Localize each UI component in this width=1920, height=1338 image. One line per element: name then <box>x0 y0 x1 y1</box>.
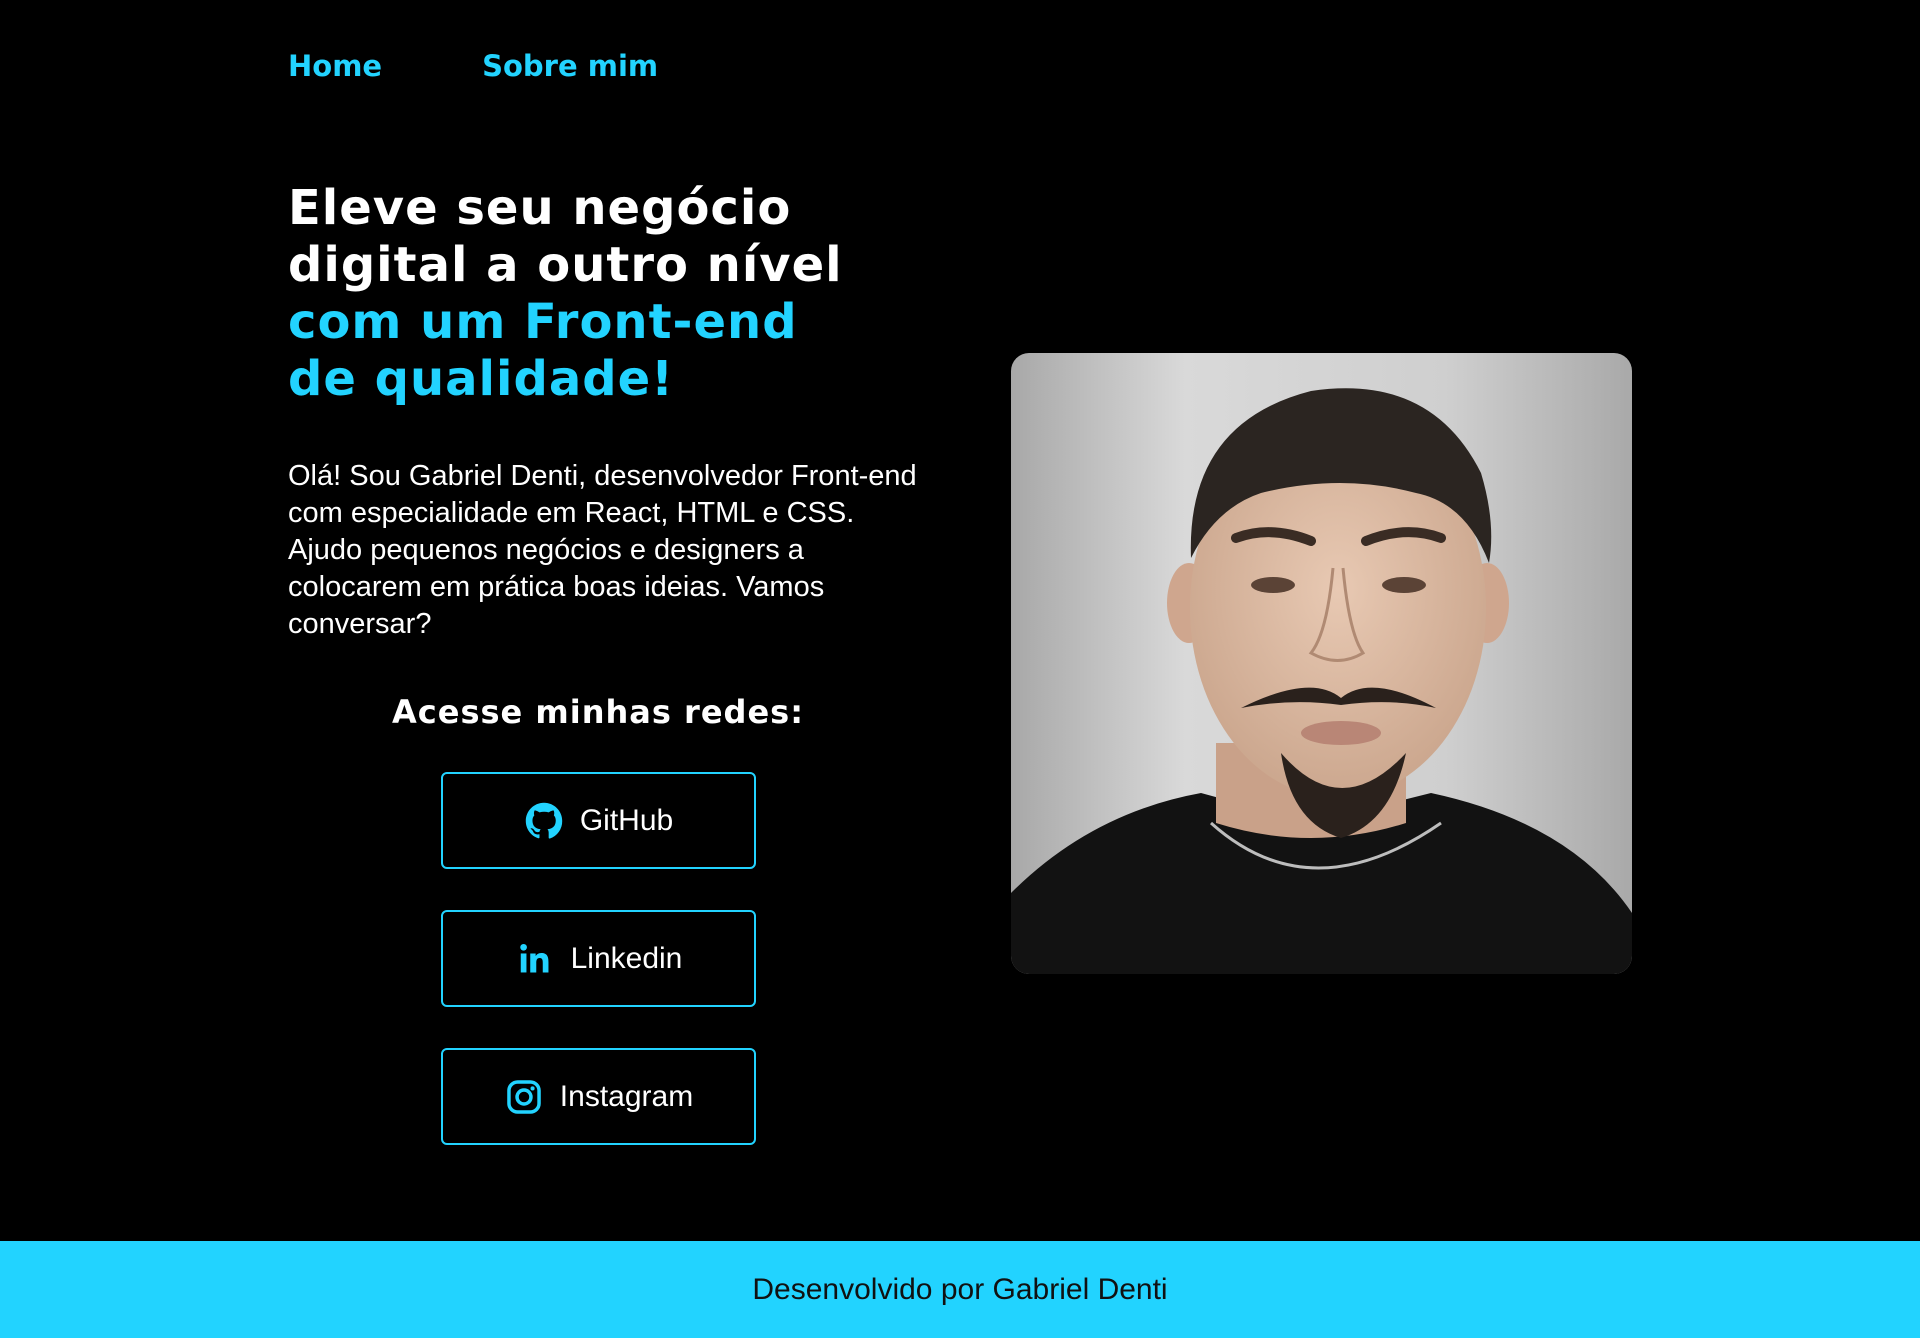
instagram-label: Instagram <box>559 1079 694 1113</box>
linkedin-icon <box>515 939 555 979</box>
nav-home-link[interactable]: Home <box>288 45 382 87</box>
headline-line-2: digital a outro nível <box>288 237 843 293</box>
instagram-button[interactable]: Instagram <box>441 1048 756 1145</box>
headline-line-1: Eleve seu negócio <box>288 180 792 236</box>
nav-about-link[interactable]: Sobre mim <box>482 45 658 87</box>
hero-headline: Eleve seu negócio digital a outro nível … <box>288 180 928 408</box>
github-icon <box>524 801 564 841</box>
networks-title: Acesse minhas redes: <box>392 693 804 731</box>
headline-line-4: de qualidade! <box>288 351 675 407</box>
linkedin-button[interactable]: Linkedin <box>441 910 756 1007</box>
instagram-icon <box>504 1077 544 1117</box>
intro-paragraph: Olá! Sou Gabriel Denti, desenvolvedor Fr… <box>288 460 917 640</box>
linkedin-label: Linkedin <box>570 941 683 975</box>
profile-photo <box>1011 353 1632 974</box>
github-button[interactable]: GitHub <box>441 772 756 869</box>
github-label: GitHub <box>579 803 674 837</box>
top-nav: Home Sobre mim <box>288 45 658 87</box>
headline-line-3: com um Front-end <box>288 294 798 350</box>
footer-text: Desenvolvido por Gabriel Denti <box>752 1272 1168 1306</box>
footer: Desenvolvido por Gabriel Denti <box>0 1241 1920 1338</box>
